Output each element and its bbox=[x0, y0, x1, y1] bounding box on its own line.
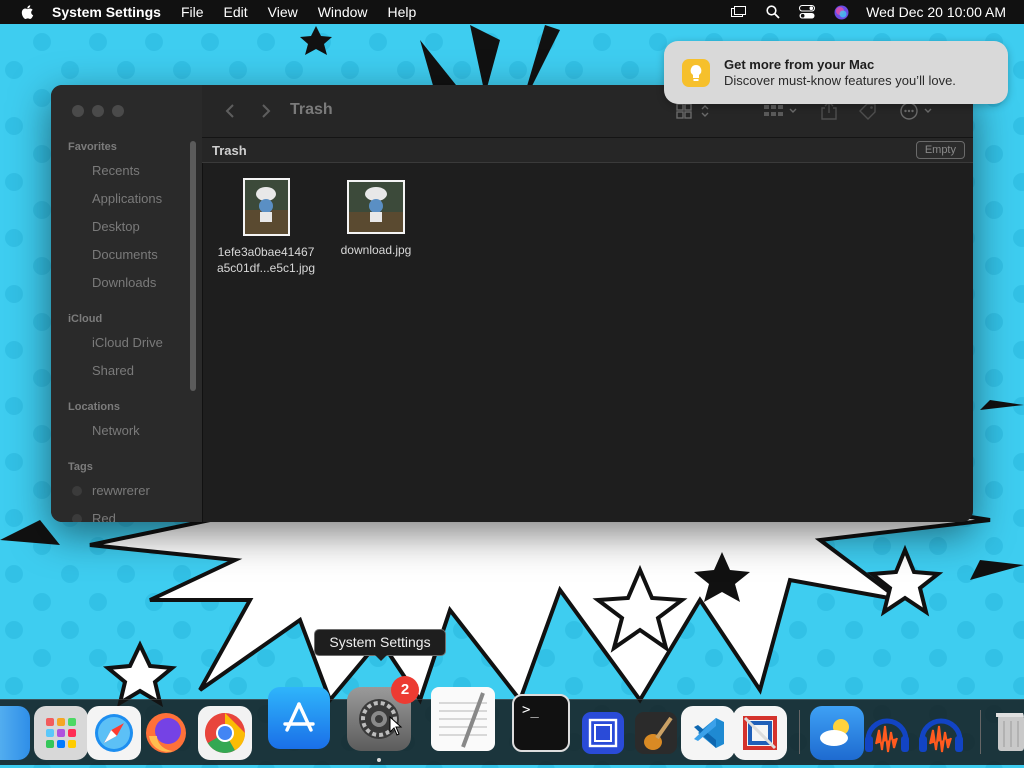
launchpad-icon[interactable] bbox=[34, 706, 88, 760]
vscode-icon[interactable] bbox=[681, 706, 735, 760]
sidebar-item-recents[interactable]: Recents bbox=[92, 163, 140, 178]
garageband-icon[interactable] bbox=[629, 706, 683, 760]
siri-icon[interactable] bbox=[832, 4, 850, 20]
trash-icon[interactable] bbox=[992, 706, 1024, 760]
finder-icon[interactable] bbox=[0, 706, 30, 760]
finder-sidebar: Favorites Recents Applications Desktop D… bbox=[51, 85, 203, 522]
notification-body: Discover must-know features you’ll love. bbox=[724, 73, 956, 88]
tag-icon[interactable] bbox=[858, 102, 878, 120]
sidebar-item-desktop[interactable]: Desktop bbox=[92, 219, 140, 234]
file-name-line2: a5c01df...e5c1.jpg bbox=[216, 261, 316, 275]
tag-color-dot bbox=[72, 514, 82, 522]
file-thumbnail bbox=[242, 178, 290, 236]
window-title: Trash bbox=[290, 101, 333, 118]
sidebar-section-icloud: iCloud bbox=[68, 313, 103, 325]
menu-clock[interactable]: Wed Dec 20 10:00 AM bbox=[866, 4, 1006, 20]
menu-window[interactable]: Window bbox=[318, 4, 368, 20]
forward-chevron-icon[interactable] bbox=[260, 103, 272, 119]
file-item[interactable]: 1efe3a0bae41467 a5c01df...e5c1.jpg bbox=[211, 178, 321, 276]
sidebar-section-locations: Locations bbox=[68, 401, 120, 413]
sidebar-item-shared[interactable]: Shared bbox=[92, 363, 134, 378]
screen-sharing-icon[interactable] bbox=[576, 706, 630, 760]
mouse-cursor-icon bbox=[389, 716, 403, 736]
menu-bar: System Settings File Edit View Window He… bbox=[0, 0, 1024, 24]
more-actions-icon[interactable] bbox=[900, 102, 936, 120]
notification-badge: 2 bbox=[391, 676, 419, 704]
weather-icon[interactable] bbox=[810, 706, 864, 760]
trash-label: Trash bbox=[212, 143, 247, 158]
file-name-line1: 1efe3a0bae41467 bbox=[217, 245, 315, 259]
safari-icon[interactable] bbox=[87, 706, 141, 760]
running-indicator bbox=[377, 758, 381, 762]
menu-help[interactable]: Help bbox=[388, 4, 417, 20]
close-window-button[interactable] bbox=[72, 105, 84, 117]
screen-mirroring-icon[interactable] bbox=[730, 4, 748, 20]
zoom-window-button[interactable] bbox=[112, 105, 124, 117]
sidebar-item-downloads[interactable]: Downloads bbox=[92, 275, 156, 290]
file-name-line1: download.jpg bbox=[340, 243, 412, 257]
sidebar-scrollbar[interactable] bbox=[190, 141, 196, 391]
firefox-icon[interactable] bbox=[139, 706, 193, 760]
sidebar-section-favorites: Favorites bbox=[68, 141, 117, 153]
dock: >_ bbox=[0, 687, 1024, 765]
menu-file[interactable]: File bbox=[181, 4, 204, 20]
share-icon[interactable] bbox=[820, 101, 838, 121]
textedit-icon[interactable] bbox=[431, 687, 495, 751]
lightbulb-icon bbox=[682, 58, 710, 87]
spotlight-search-icon[interactable] bbox=[764, 4, 782, 20]
finder-window: Favorites Recents Applications Desktop D… bbox=[51, 85, 973, 522]
audacity-icon-2[interactable] bbox=[914, 706, 968, 760]
parallels-icon[interactable] bbox=[733, 706, 787, 760]
audacity-icon[interactable] bbox=[860, 706, 914, 760]
sidebar-item-tag-rewwrerer[interactable]: rewwrerer bbox=[92, 483, 150, 498]
terminal-icon[interactable]: >_ bbox=[512, 694, 570, 752]
menu-view[interactable]: View bbox=[268, 4, 298, 20]
minimize-window-button[interactable] bbox=[92, 105, 104, 117]
chrome-icon[interactable] bbox=[198, 706, 252, 760]
sidebar-item-network[interactable]: Network bbox=[92, 423, 140, 438]
dock-tooltip: System Settings bbox=[314, 629, 446, 656]
sidebar-section-tags: Tags bbox=[68, 461, 93, 473]
sidebar-item-icloud-drive[interactable]: iCloud Drive bbox=[92, 335, 163, 350]
app-store-icon[interactable] bbox=[268, 687, 330, 749]
view-mode-grid-icon[interactable] bbox=[676, 103, 712, 119]
tooltip-arrow bbox=[374, 654, 388, 661]
trash-header-bar: Trash Empty bbox=[202, 138, 973, 163]
dock-separator bbox=[799, 710, 800, 754]
notification-title: Get more from your Mac bbox=[724, 57, 875, 72]
empty-trash-button[interactable]: Empty bbox=[915, 141, 965, 159]
tag-color-dot bbox=[72, 486, 82, 496]
sidebar-item-applications[interactable]: Applications bbox=[92, 191, 162, 206]
menu-edit[interactable]: Edit bbox=[224, 4, 248, 20]
apple-menu-icon[interactable] bbox=[20, 4, 36, 20]
file-thumbnail bbox=[347, 180, 405, 234]
dock-separator bbox=[980, 710, 981, 754]
control-center-icon[interactable] bbox=[798, 4, 816, 20]
sidebar-item-tag-red[interactable]: Red bbox=[92, 511, 116, 522]
back-chevron-icon[interactable] bbox=[224, 103, 236, 119]
sidebar-item-documents[interactable]: Documents bbox=[92, 247, 158, 262]
notification-banner[interactable]: Get more from your Mac Discover must-kno… bbox=[664, 41, 1008, 104]
file-item[interactable]: download.jpg bbox=[321, 180, 431, 258]
group-by-icon[interactable] bbox=[764, 103, 800, 119]
menu-app-name[interactable]: System Settings bbox=[52, 4, 161, 20]
